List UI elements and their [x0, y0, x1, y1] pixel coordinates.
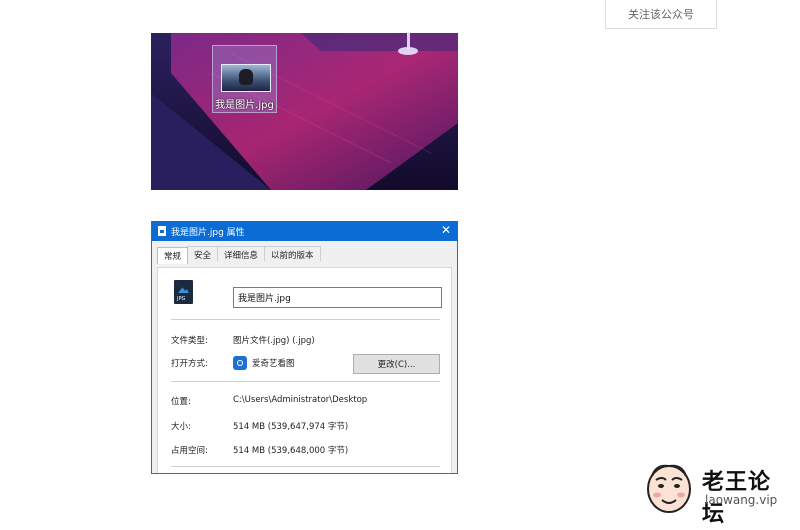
- tab-security[interactable]: 安全: [187, 246, 219, 261]
- file-type-value: 图片文件(.jpg) (.jpg): [233, 336, 315, 346]
- size-label: 大小:: [171, 422, 191, 432]
- desktop-file-label: 我是图片.jpg: [215, 100, 274, 111]
- general-panel: JPG 我是图片.jpg 文件类型: 图片文件(.jpg) (.jpg) 打开方…: [157, 267, 452, 473]
- watermark-url: laowang.vip: [705, 493, 778, 507]
- dialog-title: 我是图片.jpg 属性: [171, 227, 245, 238]
- file-type-label: 文件类型:: [171, 336, 208, 346]
- disk-size-value: 514 MB (539,648,000 字节): [233, 446, 349, 456]
- desktop-wallpaper: [151, 33, 458, 190]
- divider: [171, 319, 440, 320]
- image-thumbnail: [221, 64, 271, 92]
- file-icon: [158, 226, 166, 236]
- tab-general[interactable]: 常规: [157, 247, 189, 264]
- location-value: C:\Users\Administrator\Desktop: [233, 395, 368, 405]
- divider: [171, 381, 440, 382]
- open-with-value: 爱奇艺看图: [252, 359, 295, 369]
- location-label: 位置:: [171, 397, 191, 407]
- old-man-face-icon: [647, 464, 691, 513]
- divider: [171, 466, 440, 467]
- disk-size-label: 占用空间:: [171, 446, 208, 456]
- desktop-file-icon[interactable]: 我是图片.jpg: [212, 45, 277, 113]
- tab-previous-versions[interactable]: 以前的版本: [264, 246, 321, 261]
- follow-account-button[interactable]: 关注该公众号: [605, 0, 717, 29]
- dialog-titlebar: 我是图片.jpg 属性 ✕: [152, 221, 457, 241]
- open-with-label: 打开方式:: [171, 359, 208, 369]
- filename-field[interactable]: 我是图片.jpg: [233, 287, 442, 308]
- close-icon[interactable]: ✕: [441, 223, 451, 237]
- change-button[interactable]: 更改(C)...: [353, 354, 440, 374]
- tab-strip: 常规 安全 详细信息 以前的版本: [152, 241, 457, 264]
- desktop-screenshot: 我是图片.jpg: [151, 33, 458, 190]
- tab-details[interactable]: 详细信息: [217, 246, 266, 261]
- size-value: 514 MB (539,647,974 字节): [233, 422, 349, 432]
- properties-dialog: 我是图片.jpg 属性 ✕ 常规 安全 详细信息 以前的版本 JPG 我是图片.…: [151, 221, 458, 474]
- jpg-file-icon: JPG: [174, 280, 193, 304]
- watermark-logo: 老王论坛 laowang.vip: [642, 462, 792, 527]
- iqiyi-viewer-icon: [233, 356, 247, 370]
